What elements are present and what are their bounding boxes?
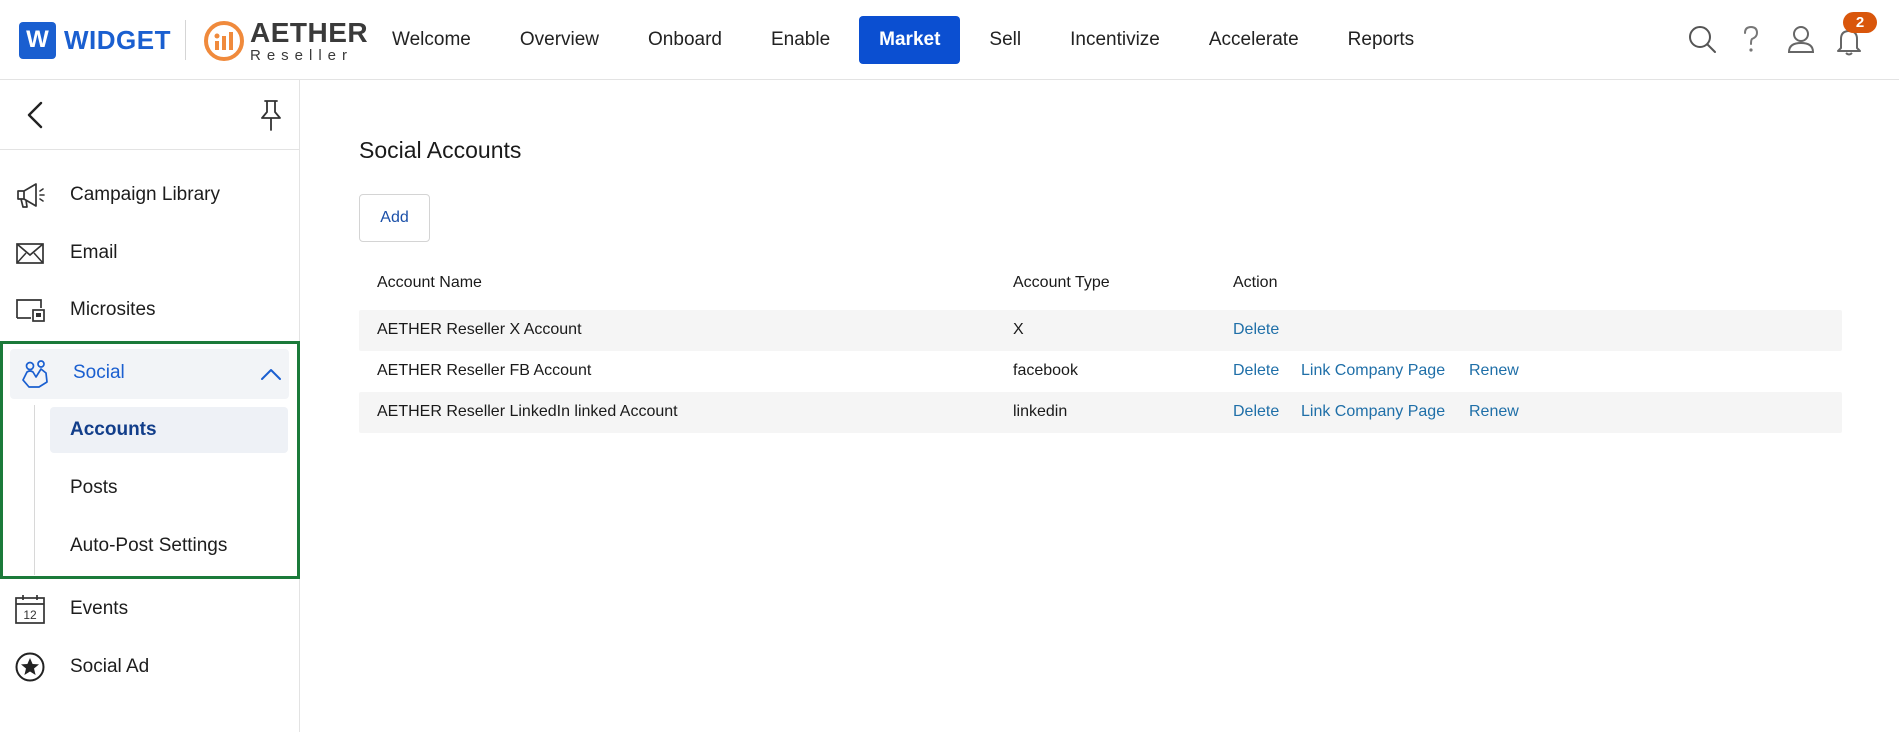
search-icon[interactable] [1687,24,1717,54]
logo-divider [185,20,186,60]
delete-link[interactable]: Delete [1233,321,1279,339]
link-company-page-link[interactable]: Link Company Page [1301,362,1445,380]
sidebar-subitem-auto-post-settings[interactable]: Auto-Post Settings [50,523,288,569]
account-type-cell: linkedin [1013,403,1068,420]
table-row: AETHER Reseller FB Account facebook Dele… [359,351,1842,392]
nav-accelerate[interactable]: Accelerate [1189,16,1319,64]
sidebar-item-label: Events [70,598,129,619]
help-icon[interactable] [1736,24,1766,54]
account-name-cell: AETHER Reseller FB Account [377,362,592,379]
widget-logo-mark: W [19,21,56,59]
sidebar-item-label: Social Ad [70,656,150,677]
sidebar-subitem-accounts[interactable]: Accounts [50,407,288,453]
column-header-action: Action [1233,274,1278,291]
social-icon [22,360,48,388]
top-bar: W WIDGET AETHER Reseller Welcome Overvie… [0,0,1899,80]
account-type-cell: facebook [1013,362,1078,379]
sidebar-item-label: Social [73,362,125,383]
sidebar-item-social-ad[interactable]: Social Ad [0,642,299,692]
sidebar-item-social[interactable]: Social [10,349,289,399]
nav-enable[interactable]: Enable [751,16,850,64]
sidebar-item-events[interactable]: 12 Events [0,584,299,634]
sidebar-header [0,80,299,150]
nav-onboard[interactable]: Onboard [628,16,742,64]
sidebar-subitem-label: Posts [70,477,118,498]
nav-reports[interactable]: Reports [1328,16,1435,64]
add-account-button[interactable]: Add [359,194,430,242]
aether-logo-subtitle: Reseller [250,47,354,64]
user-icon[interactable] [1786,24,1816,54]
page-title: Social Accounts [359,137,522,163]
accounts-table: Account Name Account Type Action AETHER … [359,262,1842,433]
aether-logo-icon [204,21,244,61]
nav-market[interactable]: Market [859,16,961,64]
envelope-icon [16,243,44,264]
column-header-account-name: Account Name [377,274,482,291]
notification-count-badge: 2 [1843,12,1877,33]
column-header-account-type: Account Type [1013,274,1110,291]
calendar-day-text: 12 [23,608,37,622]
nav-welcome[interactable]: Welcome [372,16,491,64]
nav-incentivize[interactable]: Incentivize [1050,16,1180,64]
table-row: AETHER Reseller X Account X Delete [359,310,1842,351]
sidebar-item-label: Email [70,242,118,263]
sidebar-item-label: Campaign Library [70,184,220,205]
renew-link[interactable]: Renew [1469,403,1519,421]
megaphone-icon [17,183,45,208]
pin-icon[interactable] [256,98,286,132]
sidebar-item-label: Microsites [70,299,156,320]
sidebar-subitem-label: Auto-Post Settings [70,535,228,556]
microsite-icon [16,299,45,322]
account-type-cell: X [1013,321,1024,338]
account-name-cell: AETHER Reseller X Account [377,321,582,338]
account-name-cell: AETHER Reseller LinkedIn linked Account [377,403,678,420]
chevron-up-icon[interactable] [260,364,282,386]
nav-sell[interactable]: Sell [969,16,1041,64]
submenu-guide-line [34,405,35,575]
link-company-page-link[interactable]: Link Company Page [1301,403,1445,421]
main-nav: Welcome Overview Onboard Enable Market S… [372,16,1443,64]
sidebar: Campaign Library Email Microsites Social [0,80,300,732]
sidebar-item-campaign-library[interactable]: Campaign Library [0,170,299,220]
sidebar-subitem-label: Accounts [70,419,157,440]
sidebar-item-email[interactable]: Email [0,228,299,278]
aether-logo[interactable]: AETHER Reseller [204,19,368,63]
table-header: Account Name Account Type Action [359,262,1842,310]
widget-logo-text: WIDGET [64,24,171,55]
aether-logo-title: AETHER [250,17,369,48]
delete-link[interactable]: Delete [1233,362,1279,380]
social-section-highlight: Social Accounts Posts Auto-Post Settings [0,341,300,579]
calendar-icon: 12 [15,595,45,624]
sidebar-subitem-posts[interactable]: Posts [50,465,288,511]
renew-link[interactable]: Renew [1469,362,1519,380]
star-badge-icon [15,652,45,682]
collapse-back-icon[interactable] [20,99,52,131]
nav-overview[interactable]: Overview [500,16,619,64]
delete-link[interactable]: Delete [1233,403,1279,421]
sidebar-item-microsites[interactable]: Microsites [0,285,299,335]
table-row: AETHER Reseller LinkedIn linked Account … [359,392,1842,433]
widget-logo[interactable]: W WIDGET [19,21,171,59]
